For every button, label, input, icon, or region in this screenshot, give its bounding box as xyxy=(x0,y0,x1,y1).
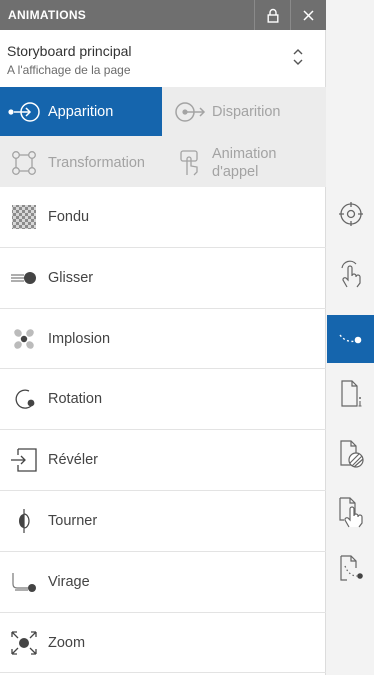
page-path-icon xyxy=(339,555,363,581)
close-button[interactable] xyxy=(290,0,326,30)
tap-icon xyxy=(180,150,198,176)
animation-item-fondu[interactable]: Fondu xyxy=(0,187,326,248)
animation-item-zoom[interactable]: Zoom xyxy=(0,613,326,674)
tab-label: Apparition xyxy=(48,104,114,120)
animation-type-tabs: Apparition Disparition Transformation An… xyxy=(0,87,326,187)
page-hand-icon xyxy=(338,497,363,528)
rotation-icon xyxy=(15,389,35,410)
animation-label: Implosion xyxy=(48,330,111,347)
flip-icon xyxy=(19,508,30,533)
motion-path-icon xyxy=(338,334,361,344)
animation-item-glisser[interactable]: Glisser xyxy=(0,248,326,309)
panel-title: ANIMATIONS xyxy=(8,8,87,22)
close-icon xyxy=(303,9,314,21)
transform-icon xyxy=(12,151,36,175)
tab-disparition[interactable]: Disparition xyxy=(164,87,326,136)
tab-label-line2: d'appel xyxy=(212,164,259,180)
tab-apparition[interactable]: Apparition xyxy=(0,87,162,136)
animation-label: Virage xyxy=(48,573,90,590)
page-info-icon xyxy=(340,380,361,407)
slide-icon xyxy=(11,271,36,284)
zoom-icon xyxy=(11,630,37,655)
disappear-icon xyxy=(175,102,206,122)
target-icon xyxy=(338,202,363,226)
rail-page-path-button[interactable] xyxy=(327,545,374,593)
rail-page-hand-button[interactable] xyxy=(327,488,374,536)
animations-panel: ANIMATIONS Storyboard principal A l'affi… xyxy=(0,0,326,675)
fade-icon xyxy=(12,205,36,229)
animation-item-virage[interactable]: Virage xyxy=(0,552,326,613)
rail-page-info-button[interactable] xyxy=(327,370,374,418)
updown-chevron-icon xyxy=(293,49,303,65)
animation-item-implosion[interactable]: Implosion xyxy=(0,309,326,370)
curve-icon xyxy=(12,572,36,592)
animation-label: Révéler xyxy=(48,452,98,469)
rail-hand-button[interactable] xyxy=(327,250,374,298)
animation-item-reveler[interactable]: Révéler xyxy=(0,430,326,491)
animation-item-rotation[interactable]: Rotation xyxy=(0,369,326,431)
storyboard-selector[interactable]: Storyboard principal A l'affichage de la… xyxy=(0,30,326,87)
page-pattern-icon xyxy=(339,440,364,468)
animation-list: Fondu Glisser Implosion Rotation Révéler… xyxy=(0,187,326,674)
storyboard-name: Storyboard principal xyxy=(7,43,132,59)
hand-pointer-icon xyxy=(340,260,361,288)
rail-page-pattern-button[interactable] xyxy=(327,430,374,478)
animation-item-tourner[interactable]: Tourner xyxy=(0,491,326,552)
animation-label: Zoom xyxy=(48,634,86,651)
rail-target-button[interactable] xyxy=(327,190,374,238)
reveal-icon xyxy=(11,448,37,472)
tab-label: Transformation xyxy=(48,155,145,171)
right-tool-rail xyxy=(327,0,374,675)
animation-label: Tourner xyxy=(48,512,98,529)
panel-header: ANIMATIONS xyxy=(0,0,326,30)
implode-icon xyxy=(14,328,34,349)
tab-transformation[interactable]: Transformation xyxy=(0,138,162,187)
animation-label: Fondu xyxy=(48,209,90,225)
tab-label: Disparition xyxy=(212,104,281,120)
appear-icon xyxy=(8,102,40,122)
animation-label: Glisser xyxy=(48,269,94,286)
tab-animation-appel[interactable]: Animation d'appel xyxy=(164,138,326,187)
tab-label-line1: Animation xyxy=(212,146,277,162)
animation-label: Rotation xyxy=(48,391,103,408)
rail-motion-path-button[interactable] xyxy=(327,315,374,363)
lock-button[interactable] xyxy=(254,0,290,30)
storyboard-trigger: A l'affichage de la page xyxy=(7,63,131,77)
lock-icon xyxy=(267,8,279,23)
